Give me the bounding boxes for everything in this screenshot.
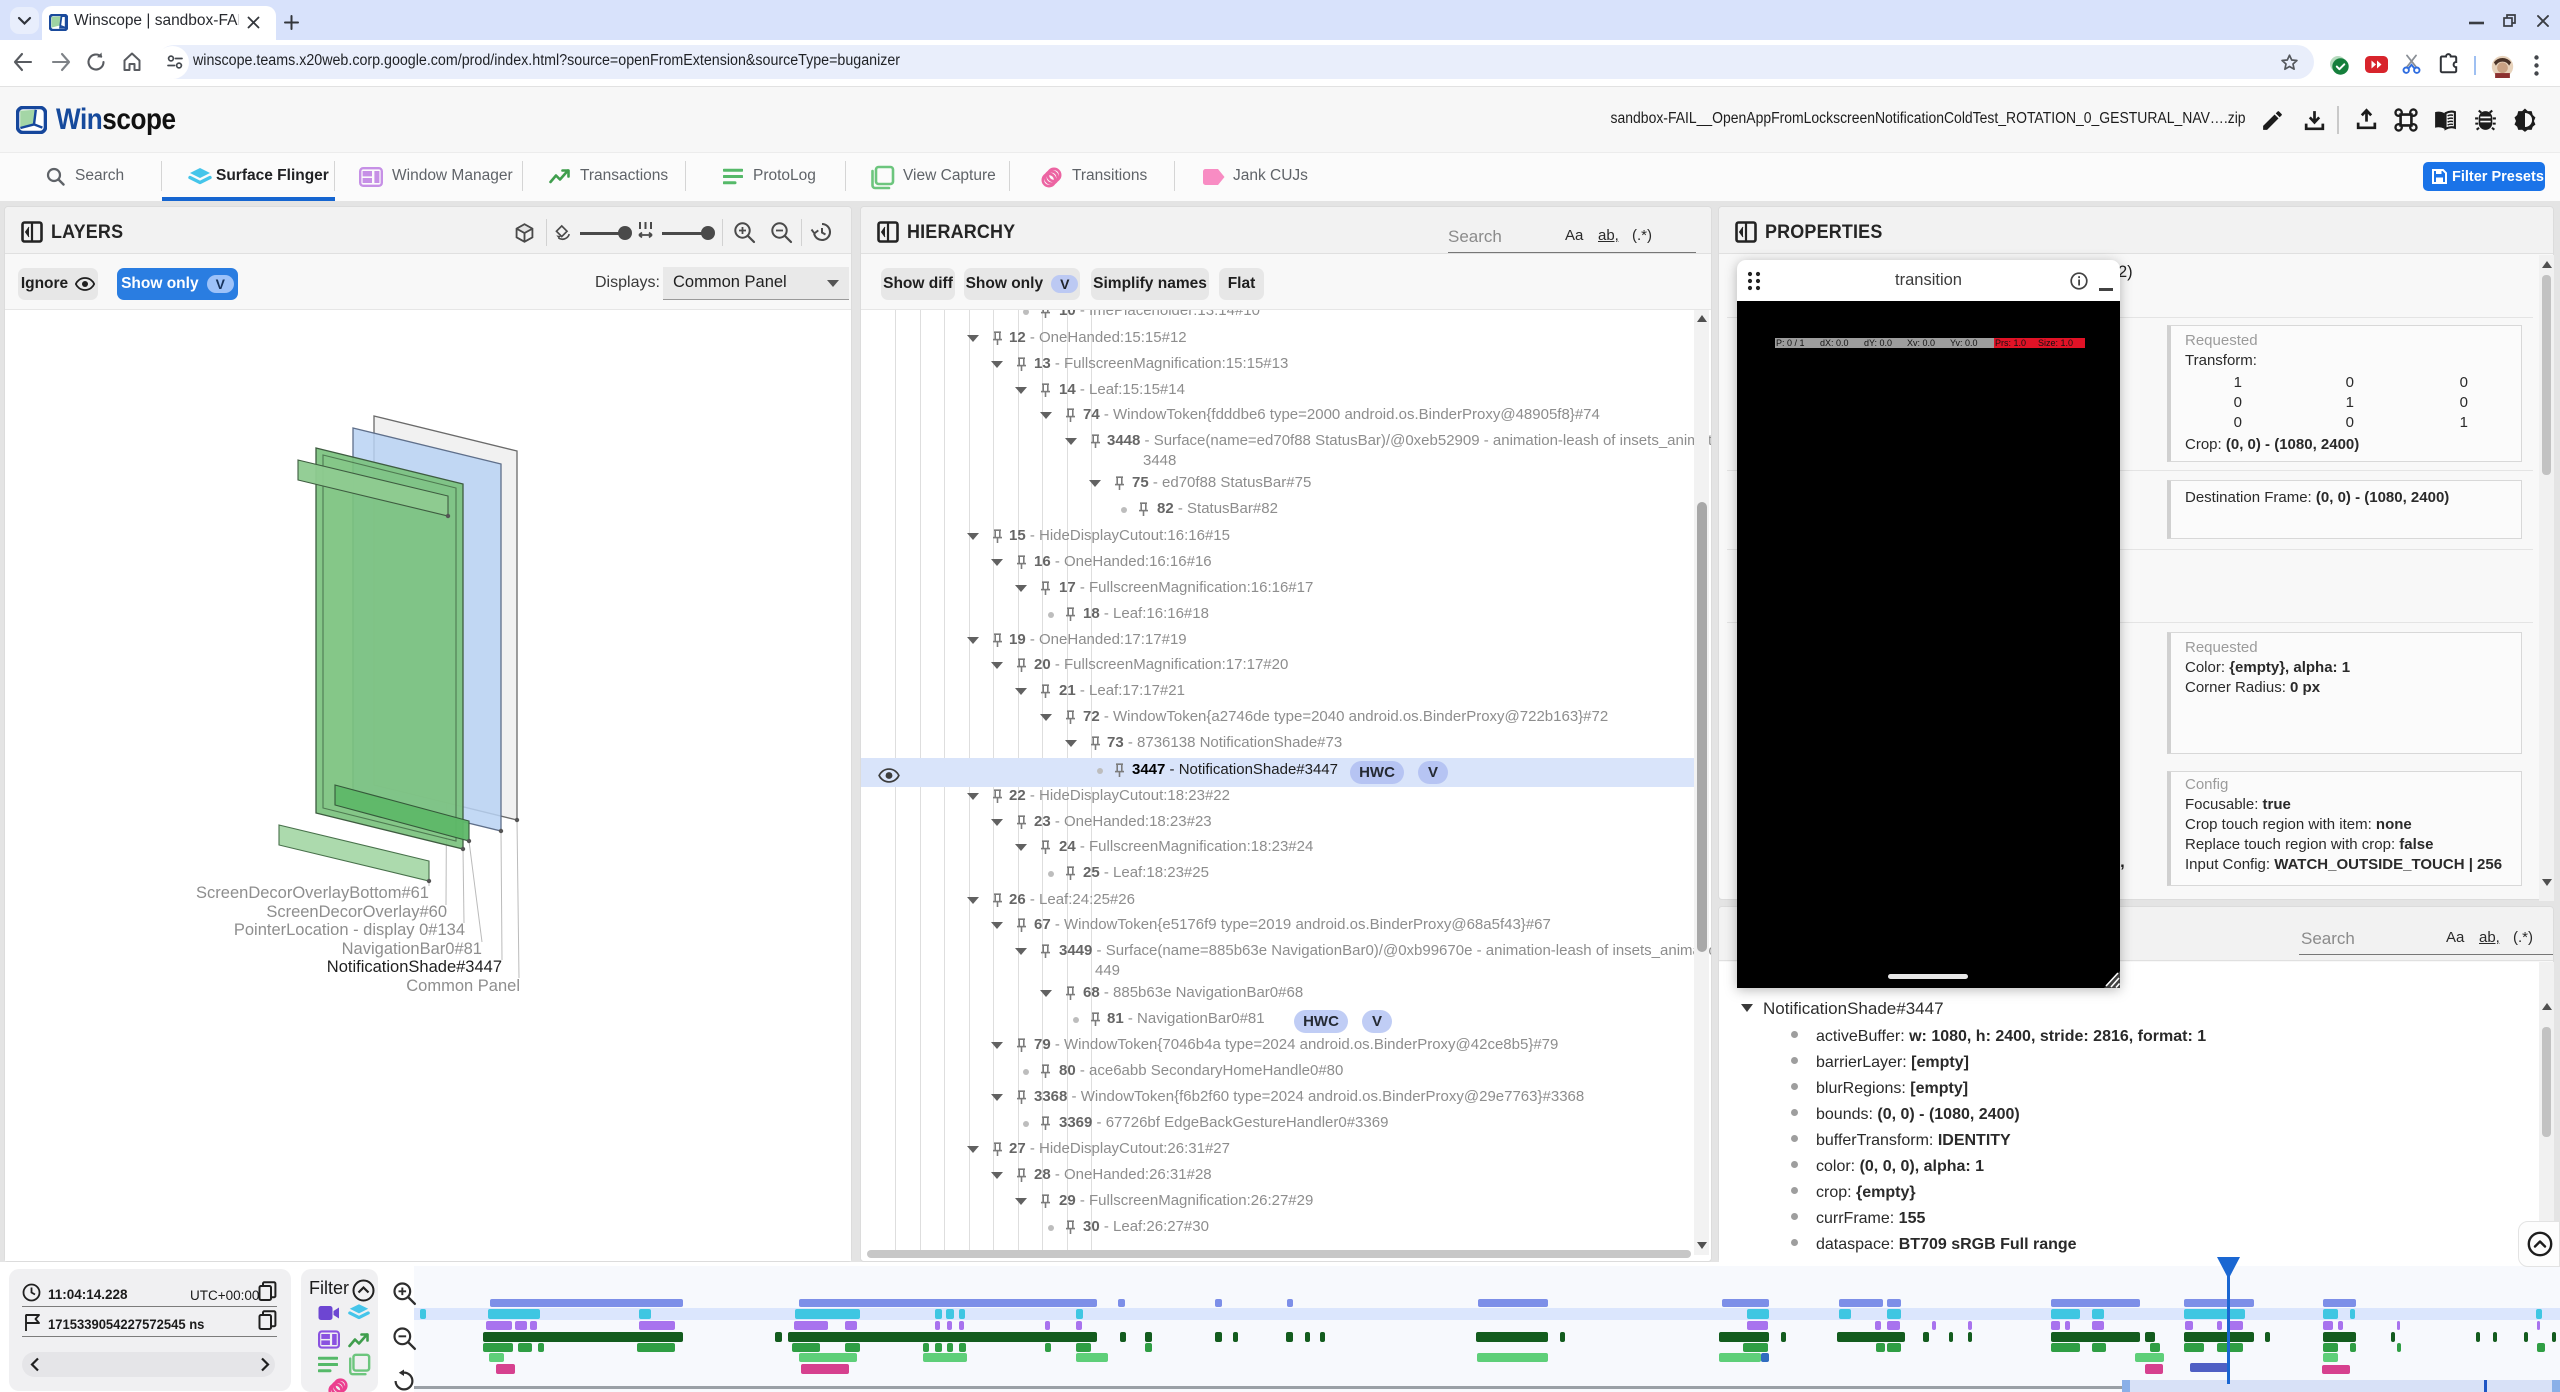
svg-text:PointerLocation - display 0#13: PointerLocation - display 0#134 — [234, 921, 465, 939]
svg-text:NotificationShade#3447: NotificationShade#3447 — [327, 958, 502, 976]
svg-text:ScreenDecorOverlayBottom#61: ScreenDecorOverlayBottom#61 — [196, 884, 429, 902]
svg-text:NavigationBar0#81: NavigationBar0#81 — [342, 940, 482, 958]
svg-text:Common Panel: Common Panel — [406, 977, 520, 995]
svg-text:ScreenDecorOverlay#60: ScreenDecorOverlay#60 — [266, 903, 447, 921]
